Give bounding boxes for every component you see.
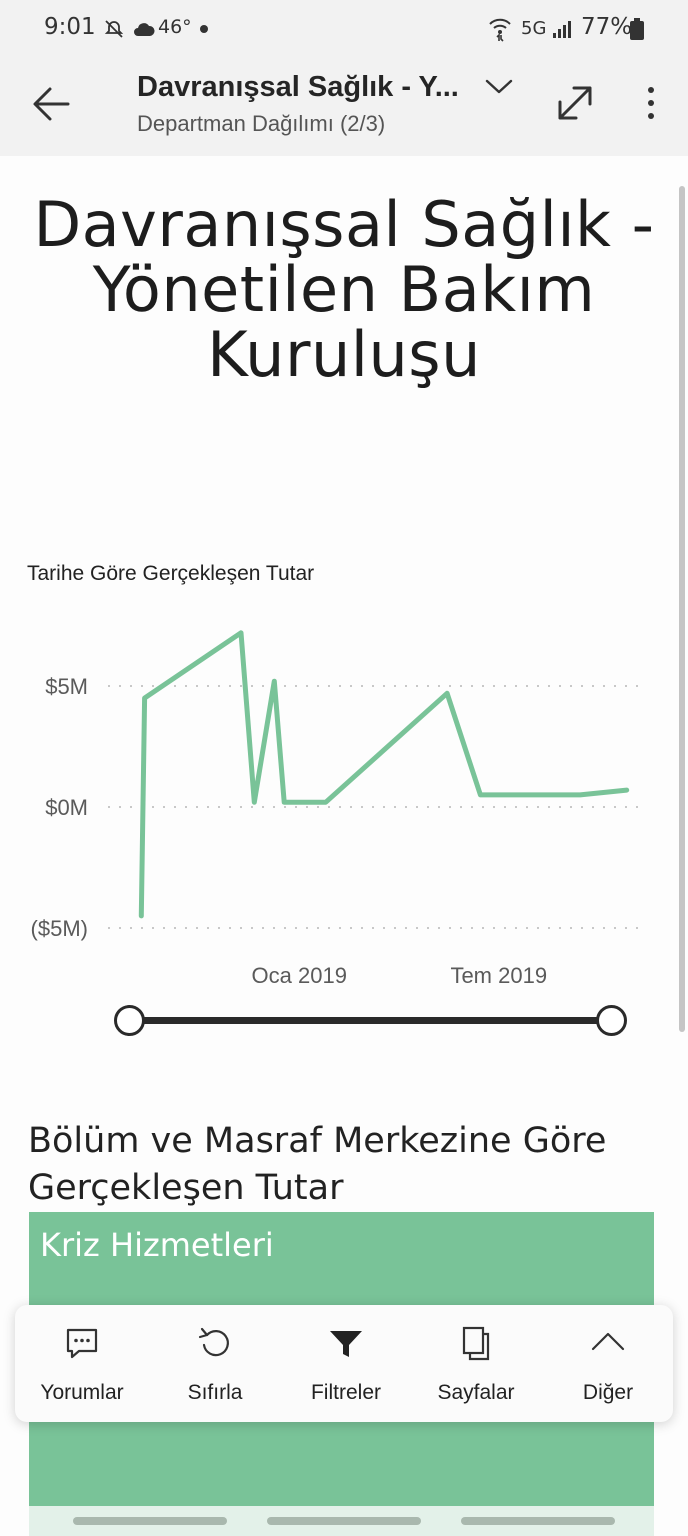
filter-icon (330, 1331, 362, 1357)
back-button[interactable] (28, 80, 76, 128)
comments-button[interactable]: Yorumlar (17, 1305, 147, 1422)
tile-label: Kriz Hizmetleri (40, 1226, 274, 1264)
status-temperature: 46° (158, 16, 192, 38)
x-tick-label: Oca 2019 (252, 963, 347, 988)
pages-label: Sayfalar (437, 1381, 515, 1404)
battery-icon (630, 18, 644, 40)
more-button[interactable]: Diğer (543, 1305, 673, 1422)
report-title: Davranışsal Sağlık - Yönetilen Bakım Kur… (33, 188, 655, 391)
reset-label: Sıfırla (187, 1381, 243, 1404)
status-battery-level: 77% (581, 14, 633, 40)
wifi-icon (489, 18, 511, 42)
status-bar: 9:01 46° 5G 77% (0, 0, 688, 58)
notification-dot-icon (200, 25, 208, 33)
slider-track[interactable] (130, 1017, 612, 1024)
slider-start-handle[interactable] (114, 1005, 145, 1036)
power-bi-mobile-screen: 9:01 46° 5G 77% Davranışsal Sağlık - Y..… (0, 0, 688, 1536)
y-tick-label: $0M (45, 795, 88, 820)
reset-button[interactable]: Sıfırla (150, 1305, 280, 1422)
mute-icon (104, 20, 124, 38)
comment-icon (66, 1328, 98, 1359)
comments-label: Yorumlar (40, 1381, 124, 1404)
filters-button[interactable]: Filtreler (281, 1305, 411, 1422)
y-tick-label: ($5M) (31, 916, 88, 941)
chevron-up-icon (591, 1332, 625, 1351)
y-tick-label: $5M (45, 674, 88, 699)
page-indicator-2[interactable] (267, 1517, 421, 1525)
bottom-toolbar: Yorumlar Sıfırla Filtreler Sayfalar Diğe… (15, 1305, 673, 1422)
page-subtitle: Departman Dağılımı (2/3) (137, 111, 386, 136)
filters-label: Filtreler (310, 1381, 381, 1404)
slider-end-handle[interactable] (596, 1005, 627, 1036)
page-indicator-3[interactable] (461, 1517, 615, 1525)
app-bar: Davranışsal Sağlık - Y... Departman Dağı… (0, 58, 688, 156)
reset-icon (198, 1327, 229, 1357)
chevron-down-icon[interactable] (482, 72, 516, 102)
cloud-icon (134, 23, 155, 36)
pages-icon (462, 1326, 490, 1361)
chart-title: Tarihe Göre Gerçekleşen Tutar (27, 562, 315, 585)
signal-icon (553, 21, 571, 38)
line-chart[interactable]: $5M $0M ($5M) Oca 2019 Tem 2019 (0, 600, 688, 1000)
more-options-icon[interactable] (636, 82, 666, 126)
status-network: 5G (521, 18, 547, 39)
expand-icon[interactable] (550, 78, 600, 128)
date-range-slider[interactable] (112, 1002, 632, 1042)
more-label: Diğer (582, 1381, 634, 1404)
pages-button[interactable]: Sayfalar (411, 1305, 541, 1422)
report-name-title[interactable]: Davranışsal Sağlık - Y... (137, 71, 459, 104)
page-indicator-1[interactable] (73, 1517, 227, 1525)
section-title: Bölüm ve Masraf Merkezine Göre Gerçekleş… (28, 1121, 607, 1208)
series-line[interactable] (138, 630, 630, 919)
status-time: 9:01 (44, 14, 96, 40)
x-tick-label: Tem 2019 (450, 963, 547, 988)
